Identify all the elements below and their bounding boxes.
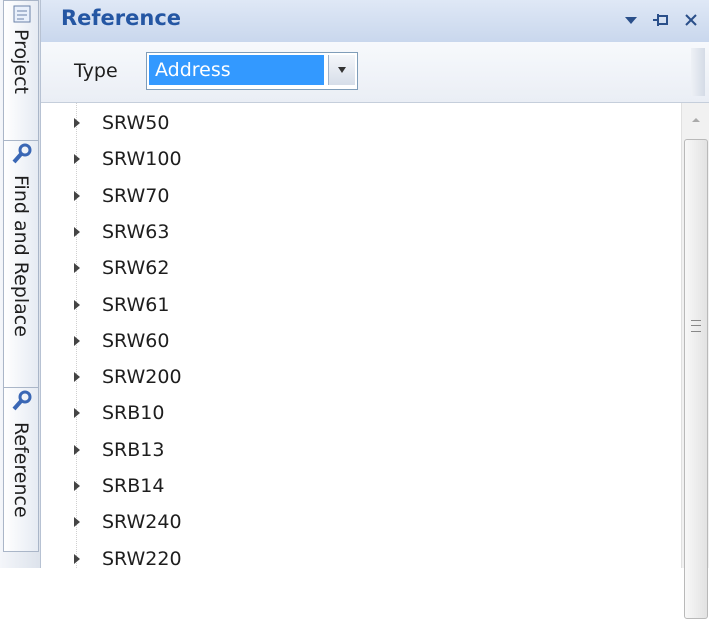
type-label: Type bbox=[74, 60, 118, 82]
document-icon bbox=[13, 5, 31, 23]
tree-item-label: SRW100 bbox=[102, 148, 182, 171]
tab-find-and-replace[interactable]: Find and Replace bbox=[3, 140, 39, 389]
tree-item-label: SRW50 bbox=[102, 112, 170, 134]
side-tab-strip: Project Find and Replace Reference bbox=[0, 0, 41, 568]
expand-arrow-icon[interactable] bbox=[74, 154, 80, 165]
tab-project-label: Project bbox=[10, 29, 32, 95]
tree-item-label: SRW63 bbox=[102, 220, 170, 243]
tree-item[interactable]: SRB10 bbox=[41, 397, 681, 433]
tree-item[interactable]: SRW240 bbox=[41, 506, 681, 542]
expand-arrow-icon[interactable] bbox=[74, 335, 80, 346]
type-dropdown-value: Address bbox=[149, 55, 324, 85]
tree-item[interactable]: SRW220 bbox=[41, 543, 681, 568]
tree-item-label: SRW240 bbox=[102, 511, 182, 534]
panel-title: Reference bbox=[61, 6, 182, 30]
tree-item[interactable]: SRB13 bbox=[41, 434, 681, 470]
tree-item[interactable]: SRW100 bbox=[41, 143, 681, 179]
tree-item-label: SRB10 bbox=[102, 402, 165, 425]
tree-item-label: SRW62 bbox=[102, 257, 170, 280]
wrench-icon bbox=[12, 390, 32, 411]
expand-arrow-icon[interactable] bbox=[74, 372, 80, 383]
expand-arrow-icon[interactable] bbox=[74, 481, 80, 491]
tree-item-label: SRW220 bbox=[102, 547, 182, 568]
tab-reference[interactable]: Reference bbox=[3, 387, 39, 552]
tree-item[interactable]: SRW60 bbox=[41, 325, 681, 361]
expand-arrow-icon[interactable] bbox=[74, 408, 80, 419]
tree-item[interactable]: SRW70 bbox=[41, 180, 681, 216]
vertical-scrollbar[interactable] bbox=[681, 103, 709, 619]
chevron-down-icon[interactable] bbox=[328, 55, 355, 85]
reference-toolbar: Type Address bbox=[41, 42, 709, 103]
panel-header: Reference bbox=[41, 0, 709, 42]
toolbar-overflow-grip[interactable] bbox=[691, 48, 705, 96]
tree-item-label: SRB13 bbox=[102, 438, 165, 461]
expand-arrow-icon[interactable] bbox=[74, 444, 80, 455]
close-icon[interactable] bbox=[681, 10, 701, 30]
scroll-up-icon[interactable] bbox=[682, 103, 709, 137]
expand-arrow-icon[interactable] bbox=[74, 226, 80, 237]
tree-item[interactable]: SRW61 bbox=[41, 289, 681, 325]
grip-icon bbox=[691, 320, 701, 332]
expand-arrow-icon[interactable] bbox=[74, 553, 80, 564]
tree-item[interactable]: SRW50 bbox=[41, 107, 681, 143]
pin-icon[interactable] bbox=[651, 10, 671, 30]
scrollbar-thumb[interactable] bbox=[684, 139, 708, 619]
reference-tree[interactable]: SRW50 SRW100 SRW70 SRW63 SRW62 SRW61 SRW60 SRW2… bbox=[41, 103, 681, 568]
tree-item-label: SRB14 bbox=[102, 475, 165, 497]
panel-controls bbox=[621, 6, 701, 34]
tree-item[interactable]: SRW62 bbox=[41, 252, 681, 288]
dropdown-menu-icon[interactable] bbox=[621, 10, 641, 30]
tree-item-label: SRW60 bbox=[102, 329, 170, 352]
tab-project[interactable]: Project bbox=[3, 0, 39, 142]
tab-reference-label: Reference bbox=[10, 422, 32, 518]
wrench-icon bbox=[12, 143, 32, 164]
expand-arrow-icon[interactable] bbox=[74, 118, 80, 128]
tree-item[interactable]: SRB14 bbox=[41, 470, 681, 506]
tree-item-label: SRW61 bbox=[102, 293, 170, 316]
expand-arrow-icon[interactable] bbox=[74, 190, 80, 201]
tree-item[interactable]: SRW200 bbox=[41, 361, 681, 397]
expand-arrow-icon[interactable] bbox=[74, 263, 80, 274]
tree-item-label: SRW200 bbox=[102, 366, 182, 389]
expand-arrow-icon[interactable] bbox=[74, 299, 80, 310]
tree-item-label: SRW70 bbox=[102, 184, 170, 207]
expand-arrow-icon[interactable] bbox=[74, 517, 80, 528]
type-dropdown[interactable]: Address bbox=[146, 52, 358, 90]
tab-find-and-replace-label: Find and Replace bbox=[10, 175, 32, 337]
tree-item[interactable]: SRW63 bbox=[41, 216, 681, 252]
